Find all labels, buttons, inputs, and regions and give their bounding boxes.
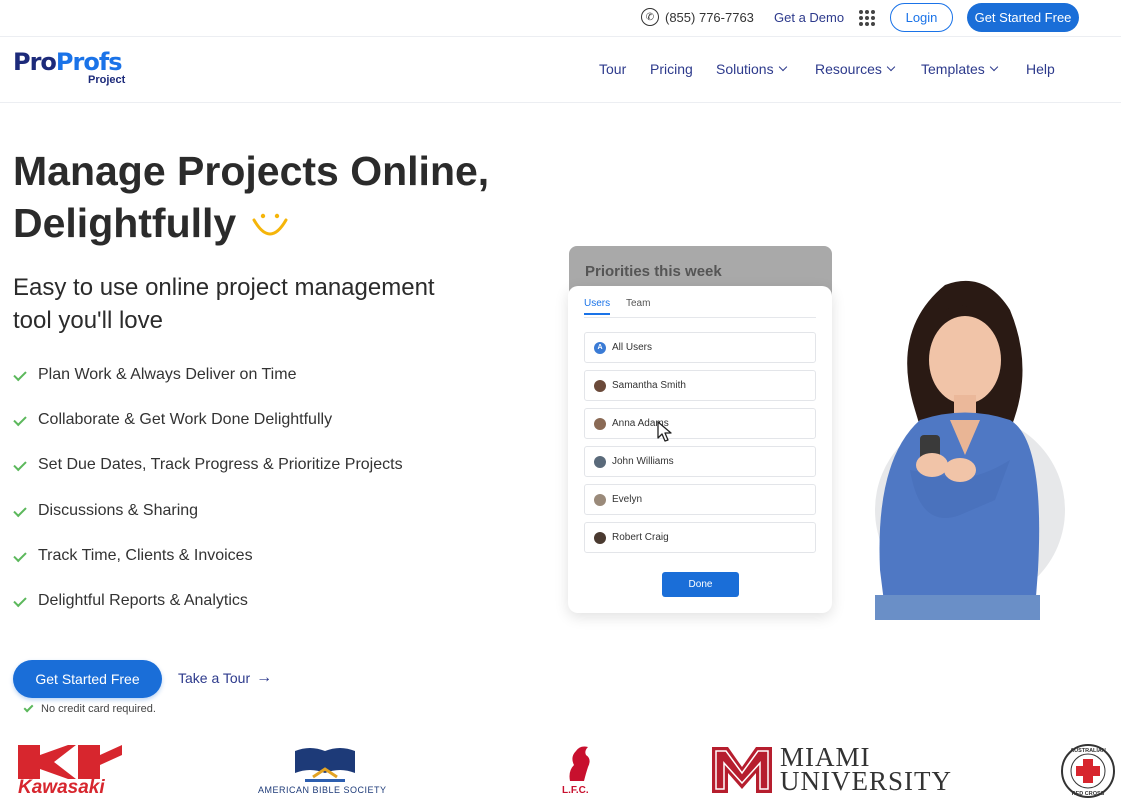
nav-solutions-label: Solutions bbox=[716, 61, 774, 77]
hero-subtitle: Easy to use online project management to… bbox=[13, 274, 435, 334]
chevron-down-icon bbox=[989, 62, 999, 72]
feature-item: Collaborate & Get Work Done Delightfully bbox=[13, 411, 403, 456]
feature-item: Plan Work & Always Deliver on Time bbox=[13, 366, 403, 411]
kawasaki-text: Kawasaki bbox=[18, 777, 105, 798]
check-icon bbox=[13, 412, 27, 427]
feature-list: Plan Work & Always Deliver on Time Colla… bbox=[13, 366, 403, 637]
nav-resources[interactable]: Resources bbox=[815, 61, 896, 77]
feature-item: Delightful Reports & Analytics bbox=[13, 592, 403, 637]
no-credit-card-note: No credit card required. bbox=[23, 702, 156, 715]
avatar bbox=[594, 417, 606, 430]
miami-university-text: MIAMI UNIVERSITY bbox=[780, 744, 952, 796]
nav-help[interactable]: Help bbox=[1026, 61, 1055, 77]
check-icon bbox=[13, 503, 27, 517]
user-row[interactable]: A All Users bbox=[584, 332, 816, 363]
feature-label: Delightful Reports & Analytics bbox=[38, 591, 248, 609]
miami-m-logo bbox=[712, 747, 772, 793]
top-get-started-button[interactable]: Get Started Free bbox=[967, 3, 1079, 32]
user-row[interactable]: Evelyn bbox=[584, 484, 816, 515]
red-cross-bottom-text: RED CROSS bbox=[1072, 791, 1105, 797]
feature-item: Set Due Dates, Track Progress & Prioriti… bbox=[13, 456, 403, 501]
user-name: John Williams bbox=[612, 456, 674, 467]
proprofs-logo[interactable]: ProProfs Project bbox=[13, 48, 125, 86]
logo-product: Project bbox=[88, 74, 126, 86]
phone-number: (855) 776-7763 bbox=[665, 9, 754, 25]
no-credit-card-text: No credit card required. bbox=[41, 703, 156, 715]
avatar bbox=[594, 493, 606, 506]
logo-text-profs: Profs bbox=[55, 48, 123, 76]
top-bar: ✆ (855) 776-7763 Get a Demo Login Get St… bbox=[0, 0, 1121, 37]
red-cross-top-text: AUSTRALIAN bbox=[1070, 748, 1106, 754]
done-button[interactable]: Done bbox=[662, 572, 739, 597]
client-logos: Kawasaki AMERICAN BIBLE SOCIETY L.F.C. M… bbox=[0, 735, 1121, 800]
american-bible-society-text: AMERICAN BIBLE SOCIETY bbox=[258, 785, 387, 795]
logo-text-pro: Pro bbox=[13, 48, 57, 76]
nav-resources-label: Resources bbox=[815, 61, 882, 77]
user-row[interactable]: John Williams bbox=[584, 446, 816, 477]
kawasaki-logo bbox=[18, 745, 122, 779]
user-row[interactable]: Robert Craig bbox=[584, 522, 816, 553]
avatar: A bbox=[594, 341, 606, 354]
take-tour-link[interactable]: Take a Tour → bbox=[178, 669, 272, 687]
nav-tour-label: Tour bbox=[599, 61, 627, 77]
phone-link[interactable]: ✆ (855) 776-7763 bbox=[641, 8, 754, 26]
check-icon bbox=[13, 367, 27, 382]
avatar bbox=[594, 379, 606, 392]
nav-tour[interactable]: Tour bbox=[599, 61, 626, 77]
check-icon bbox=[13, 548, 27, 562]
feature-label: Set Due Dates, Track Progress & Prioriti… bbox=[38, 456, 403, 474]
priorities-card: Users Team A All Users Samantha Smith An… bbox=[568, 286, 832, 613]
hero-title-line2: Delightfully bbox=[13, 200, 237, 246]
phone-icon: ✆ bbox=[641, 8, 659, 26]
user-name: Robert Craig bbox=[612, 532, 669, 543]
feature-label: Track Time, Clients & Invoices bbox=[38, 546, 253, 564]
tab-users[interactable]: Users bbox=[584, 298, 611, 315]
chevron-down-icon bbox=[886, 62, 896, 72]
nav-templates-label: Templates bbox=[921, 61, 985, 77]
apps-grid-icon[interactable] bbox=[859, 10, 875, 26]
nav-pricing-label: Pricing bbox=[650, 61, 693, 77]
check-icon bbox=[23, 702, 34, 713]
avatar bbox=[594, 455, 606, 468]
user-row[interactable]: Samantha Smith bbox=[584, 370, 816, 401]
card-tabs: Users Team bbox=[584, 298, 816, 318]
user-name: Samantha Smith bbox=[612, 380, 686, 391]
feature-label: Plan Work & Always Deliver on Time bbox=[38, 366, 297, 383]
check-icon bbox=[13, 458, 27, 472]
nav-pricing[interactable]: Pricing bbox=[650, 61, 693, 77]
check-icon bbox=[13, 593, 27, 608]
get-demo-link[interactable]: Get a Demo bbox=[774, 10, 844, 25]
feature-item: Track Time, Clients & Invoices bbox=[13, 547, 403, 592]
login-button[interactable]: Login bbox=[890, 3, 953, 32]
user-name: All Users bbox=[612, 342, 653, 353]
feature-label: Discussions & Sharing bbox=[38, 501, 199, 519]
tab-team[interactable]: Team bbox=[626, 298, 650, 313]
arrow-right-icon: → bbox=[256, 669, 273, 686]
cursor-icon bbox=[657, 421, 672, 442]
miami-line2: UNIVERSITY bbox=[780, 766, 952, 796]
user-row[interactable]: Anna Adams bbox=[584, 408, 816, 439]
main-nav: ProProfs Project Tour Pricing Solutions … bbox=[0, 37, 1121, 103]
hero-get-started-button[interactable]: Get Started Free bbox=[13, 660, 162, 698]
feature-label: Collaborate & Get Work Done Delightfully bbox=[38, 411, 333, 429]
liverpool-bird-icon bbox=[569, 746, 590, 781]
american-bible-society-icon bbox=[295, 748, 355, 782]
hero-title-line1: Manage Projects Online, bbox=[13, 148, 490, 194]
avatar bbox=[594, 531, 606, 544]
take-tour-label: Take a Tour bbox=[178, 670, 251, 686]
page: ✆ (855) 776-7763 Get a Demo Login Get St… bbox=[0, 0, 1121, 800]
card-title: Priorities this week bbox=[585, 263, 722, 280]
woman-with-phone-image bbox=[875, 280, 1065, 620]
nav-solutions[interactable]: Solutions bbox=[716, 61, 787, 77]
australian-red-cross-logo: AUSTRALIAN RED CROSS bbox=[1061, 744, 1115, 798]
smile-icon bbox=[252, 213, 288, 236]
user-name: Evelyn bbox=[612, 494, 643, 505]
nav-help-label: Help bbox=[1026, 61, 1055, 77]
nav-templates[interactable]: Templates bbox=[921, 61, 999, 77]
lfc-text: L.F.C. bbox=[562, 785, 589, 796]
feature-item: Discussions & Sharing bbox=[13, 502, 403, 547]
chevron-down-icon bbox=[778, 62, 787, 72]
